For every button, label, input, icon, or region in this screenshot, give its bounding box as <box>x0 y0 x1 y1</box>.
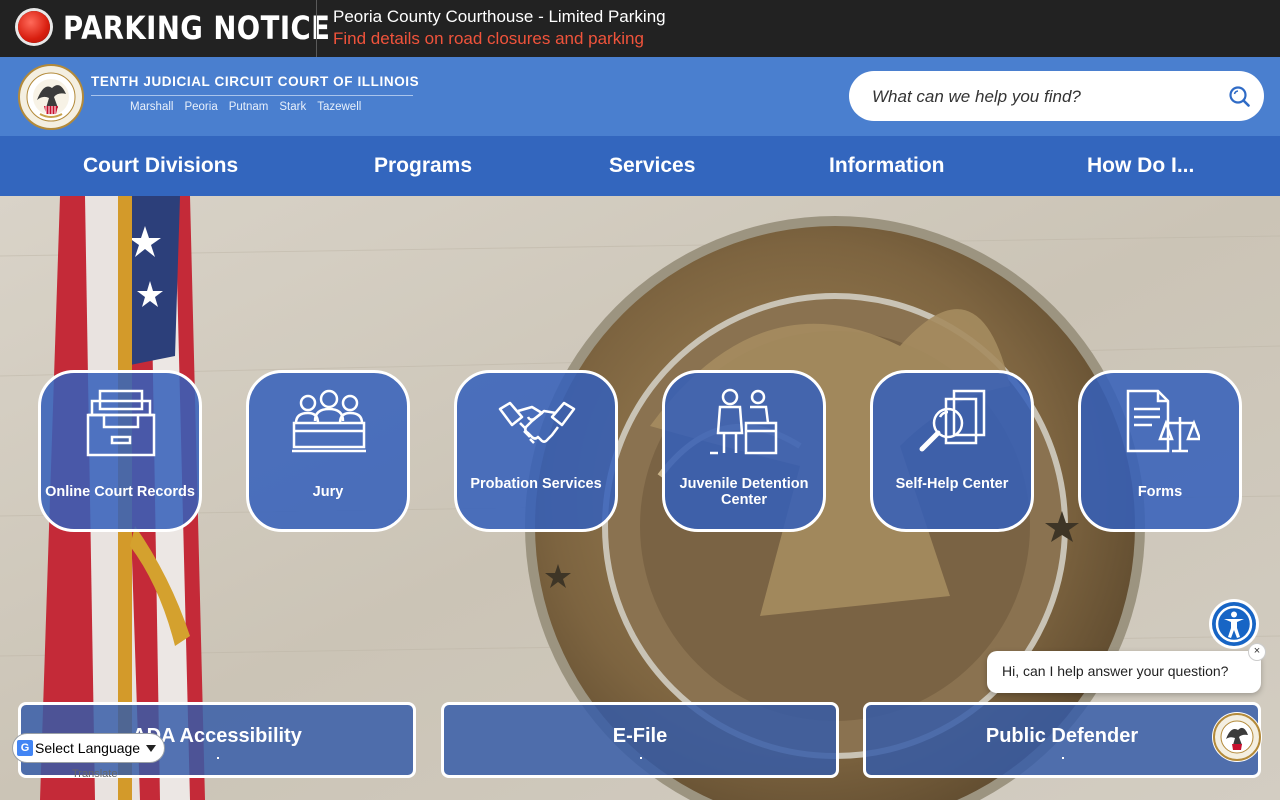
nav-services[interactable]: Services <box>609 136 695 196</box>
efile-button[interactable]: E-File <box>441 702 839 778</box>
court-name-underline <box>91 95 413 96</box>
language-select[interactable]: G Select Language <box>12 733 165 763</box>
handshake-icon <box>498 401 576 444</box>
nav-programs[interactable]: Programs <box>374 136 472 196</box>
tile-label: Jury <box>312 484 344 500</box>
alert-title: Peoria County Courthouse - Limited Parki… <box>333 7 666 26</box>
tile-juvenile-detention-center[interactable]: Juvenile Detention Center <box>662 370 826 532</box>
file-drawer-icon <box>86 389 156 457</box>
button-dot <box>1062 757 1064 759</box>
nav-information[interactable]: Information <box>829 136 945 196</box>
tile-self-help-center[interactable]: Self-Help Center <box>870 370 1034 532</box>
search-icon[interactable] <box>1228 85 1250 107</box>
tile-online-court-records[interactable]: Online Court Records <box>38 370 202 532</box>
county-marshall: Marshall <box>130 101 174 113</box>
tile-probation-services[interactable]: Probation Services <box>454 370 618 532</box>
illinois-seal-logo[interactable] <box>18 64 84 130</box>
language-select-label: Select Language <box>35 740 141 756</box>
site-header: TENTH JUDICIAL CIRCUIT COURT OF ILLINOIS… <box>0 57 1280 136</box>
nav-court-divisions[interactable]: Court Divisions <box>83 136 238 196</box>
google-translate-icon: G <box>17 740 33 756</box>
alert-label: PARKING NOTICE <box>63 9 331 47</box>
alert-record-icon <box>18 11 50 43</box>
document-scales-icon <box>1126 389 1200 453</box>
jury-box-icon <box>292 389 366 453</box>
tile-label: Online Court Records <box>45 484 195 500</box>
public-defender-button[interactable]: Public Defender <box>863 702 1261 778</box>
illinois-seal-icon <box>1213 713 1261 761</box>
chevron-down-icon <box>146 745 156 752</box>
alert-details-link[interactable]: Find details on road closures and parkin… <box>333 29 644 49</box>
parking-alert-bar: PARKING NOTICE Peoria County Courthouse … <box>0 0 1280 57</box>
tile-label: Juvenile Detention Center <box>679 476 809 508</box>
magnifier-document-icon <box>919 389 986 452</box>
county-tazewell: Tazewell <box>317 101 362 113</box>
button-label: Public Defender <box>985 725 1139 747</box>
tile-forms[interactable]: Forms <box>1078 370 1242 532</box>
court-name[interactable]: TENTH JUDICIAL CIRCUIT COURT OF ILLINOIS <box>91 74 419 89</box>
site-search <box>849 71 1264 121</box>
main-nav: Court Divisions Programs Services Inform… <box>0 136 1280 196</box>
chat-launcher[interactable] <box>1212 712 1262 762</box>
search-input[interactable] <box>870 83 1214 111</box>
county-stark: Stark <box>279 101 307 113</box>
button-dot <box>217 757 219 759</box>
tile-label: Self-Help Center <box>895 476 1009 492</box>
people-desk-icon <box>710 388 778 455</box>
tile-label: Forms <box>1137 484 1183 500</box>
county-putnam: Putnam <box>228 101 269 113</box>
tile-jury[interactable]: Jury <box>246 370 410 532</box>
county-list: Marshall Peoria Putnam Stark Tazewell <box>130 101 361 113</box>
accessibility-icon[interactable] <box>1212 602 1256 646</box>
county-peoria: Peoria <box>184 101 218 113</box>
chat-message: Hi, can I help answer your question? <box>1002 663 1229 679</box>
button-dot <box>640 757 642 759</box>
tile-label: Probation Services <box>470 476 602 492</box>
nav-how-do-i[interactable]: How Do I... <box>1087 136 1194 196</box>
powered-by-translate[interactable]: Translate <box>72 768 117 780</box>
button-label: E-File <box>612 725 668 747</box>
close-icon[interactable]: × <box>1248 643 1266 661</box>
alert-divider <box>316 0 317 57</box>
chat-prompt-bubble[interactable]: Hi, can I help answer your question? <box>987 651 1261 693</box>
